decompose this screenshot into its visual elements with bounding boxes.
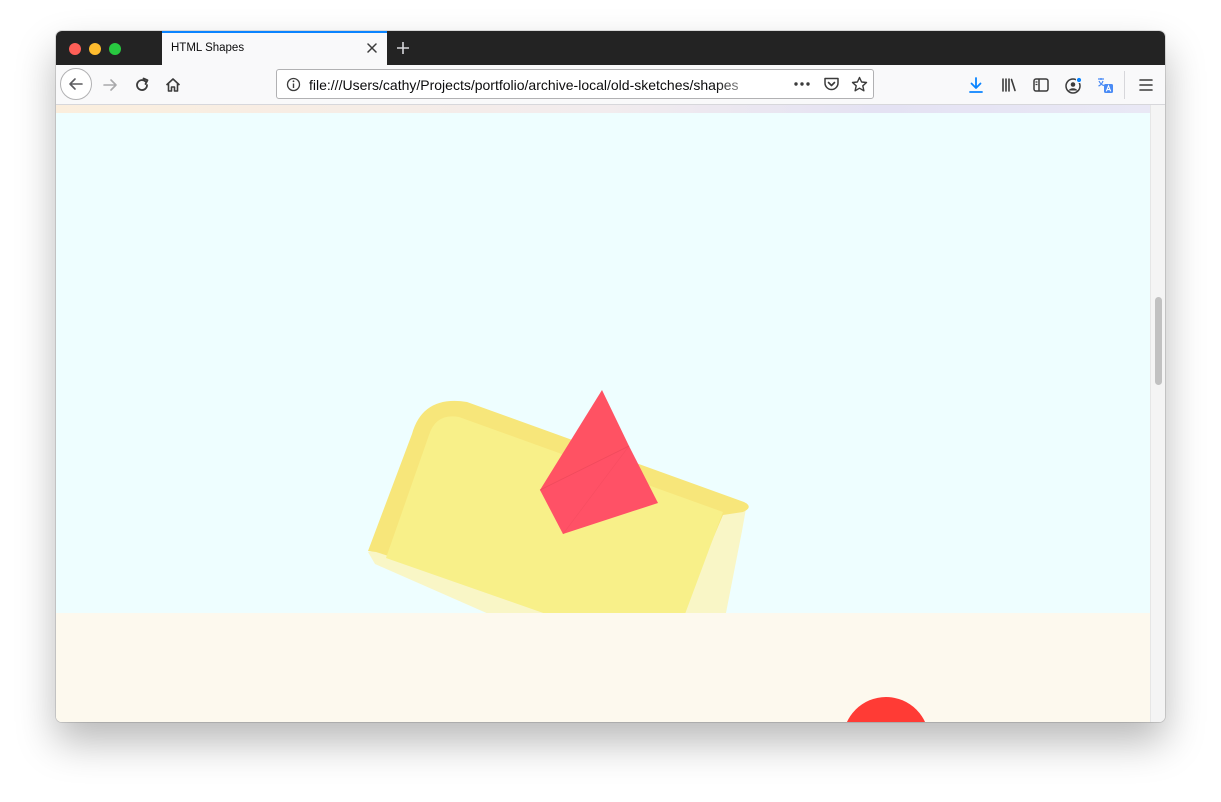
address-bar[interactable]: file:///Users/cathy/Projects/portfolio/a… [276,69,874,99]
home-icon[interactable] [161,73,185,97]
scrollbar-thumb[interactable] [1155,297,1162,385]
tab-close-icon[interactable] [363,39,381,57]
library-icon[interactable] [997,73,1021,97]
close-window-button[interactable] [69,43,81,55]
title-bar: HTML Shapes [56,31,1165,65]
tab-title: HTML Shapes [171,42,245,54]
new-tab-icon[interactable] [393,37,413,59]
bookmark-star-icon[interactable] [849,75,869,93]
page-actions-icon[interactable] [791,76,813,92]
back-arrow-icon[interactable] [60,68,92,100]
translate-icon[interactable] [1093,73,1117,97]
vertical-scrollbar[interactable] [1150,105,1165,722]
minimize-window-button[interactable] [89,43,101,55]
site-info-icon[interactable] [285,76,301,92]
menu-icon[interactable] [1134,73,1158,97]
floor-overlay [56,613,1150,722]
url-text[interactable]: file:///Users/cathy/Projects/portfolio/a… [309,77,761,93]
downloads-icon[interactable] [964,73,988,97]
pocket-icon[interactable] [821,75,841,93]
shapes-scene [56,390,1150,722]
browser-window: HTML Shapes file:///Users/cathy/Projects… [56,31,1165,722]
tab-html-shapes[interactable]: HTML Shapes [162,31,387,65]
maximize-window-button[interactable] [109,43,121,55]
sidebar-icon[interactable] [1029,73,1053,97]
reload-icon[interactable] [130,73,154,97]
toolbar-separator [1124,71,1125,99]
account-icon[interactable] [1061,73,1085,97]
navigation-toolbar: file:///Users/cathy/Projects/portfolio/a… [56,65,1165,105]
page-content [56,105,1150,722]
forward-arrow-icon[interactable] [98,73,122,97]
